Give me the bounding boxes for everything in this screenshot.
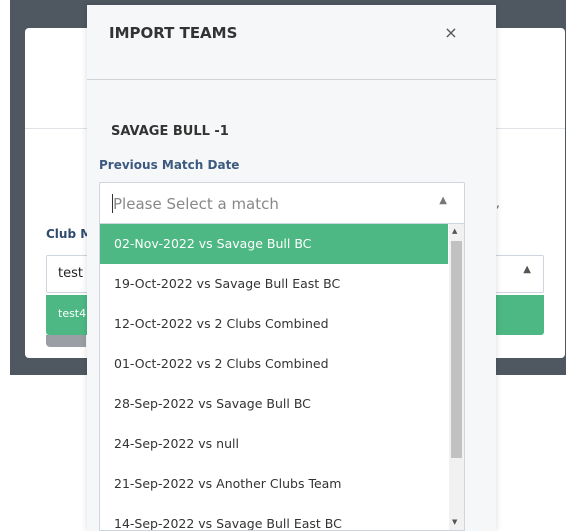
match-option[interactable]: 02-Nov-2022 vs Savage Bull BC (100, 224, 448, 264)
match-option[interactable]: 21-Sep-2022 vs Another Clubs Team (100, 464, 448, 504)
previous-match-date-label: Previous Match Date (99, 158, 240, 172)
match-select-placeholder: Please Select a match (113, 195, 279, 213)
caret-up-icon[interactable]: ▲ (439, 195, 447, 206)
dropdown-scrollbar[interactable]: ▲ ▼ (449, 224, 464, 530)
match-select[interactable]: Please Select a match ▲ (99, 182, 465, 224)
modal-title: IMPORT TEAMS (109, 24, 238, 42)
match-option[interactable]: 28-Sep-2022 vs Savage Bull BC (100, 384, 448, 424)
close-button[interactable]: × (441, 23, 461, 43)
scroll-down-icon[interactable]: ▼ (452, 518, 457, 526)
import-teams-modal: IMPORT TEAMS × SAVAGE BULL -1 Previous M… (87, 5, 496, 531)
caret-up-icon: ▲ (523, 264, 531, 275)
background-dot: , (496, 196, 500, 210)
match-option[interactable]: 19-Oct-2022 vs Savage Bull East BC (100, 264, 448, 304)
background-select-value: test (58, 266, 83, 281)
background-option-text: test4 (58, 307, 87, 320)
match-option[interactable]: 01-Oct-2022 vs 2 Clubs Combined (100, 344, 448, 384)
match-dropdown-list[interactable]: 02-Nov-2022 vs Savage Bull BC 19-Oct-2022… (99, 224, 465, 531)
match-option[interactable]: 12-Oct-2022 vs 2 Clubs Combined (100, 304, 448, 344)
scroll-up-icon[interactable]: ▲ (452, 227, 457, 235)
match-option[interactable]: 24-Sep-2022 vs null (100, 424, 448, 464)
modal-header-divider (87, 79, 496, 80)
background-card-edge (46, 335, 86, 347)
scrollbar-thumb[interactable] (451, 241, 462, 458)
match-option[interactable]: 14-Sep-2022 vs Savage Bull East BC (100, 504, 448, 530)
team-name: SAVAGE BULL -1 (111, 124, 229, 139)
